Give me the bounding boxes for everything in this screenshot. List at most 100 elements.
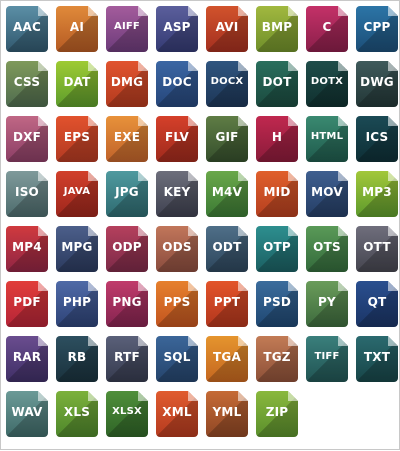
page-fold-corner [388, 6, 398, 16]
file-extension-label: M4V [211, 185, 243, 199]
file-icon-ai: AI [56, 6, 98, 52]
file-extension-label: OTT [363, 240, 391, 254]
file-extension-label: H [271, 130, 283, 144]
file-extension-label: RAR [12, 350, 42, 364]
file-icon-bmp: BMP [256, 6, 298, 52]
file-icon-aiff: AIFF [106, 6, 148, 52]
file-icon-dwg: DWG [356, 61, 398, 107]
file-icon-ots: OTS [306, 226, 348, 272]
file-extension-label: AIFF [114, 21, 140, 32]
file-icon-ics: ICS [356, 116, 398, 162]
file-extension-label: CPP [363, 20, 391, 34]
file-extension-label: DOT [262, 75, 292, 89]
file-extension-label: SQL [163, 350, 191, 364]
file-icon-m4v: M4V [206, 171, 248, 217]
page-fold-corner [388, 171, 398, 181]
page-fold-corner [38, 226, 48, 236]
page-fold-corner [138, 116, 148, 126]
file-icon-ods: ODS [156, 226, 198, 272]
file-icon-mov: MOV [306, 171, 348, 217]
file-icon-avi: AVI [206, 6, 248, 52]
file-extension-label: TGZ [263, 350, 291, 364]
file-icon-pps: PPS [156, 281, 198, 327]
file-type-icon-grid: AAC AI AIFF ASP AVI BMP C CPP CSS DAT DMG DOC DOCX DO… [1, 1, 400, 451]
file-extension-label: PNG [112, 295, 142, 309]
page-fold-corner [88, 116, 98, 126]
file-extension-label: DOC [162, 75, 192, 89]
file-extension-label: XML [162, 405, 192, 419]
page-fold-corner [238, 116, 248, 126]
file-extension-label: ZIP [265, 405, 289, 419]
page-fold-corner [188, 226, 198, 236]
page-fold-corner [188, 61, 198, 71]
file-extension-label: AI [69, 20, 85, 34]
page-fold-corner [138, 281, 148, 291]
file-extension-label: PPT [213, 295, 241, 309]
file-extension-label: ICS [365, 130, 389, 144]
file-extension-label: AVI [215, 20, 239, 34]
file-extension-label: XLS [63, 405, 91, 419]
file-extension-label: ODT [212, 240, 242, 254]
file-extension-label: HTML [310, 131, 344, 142]
file-extension-label: GIF [215, 130, 239, 144]
page-fold-corner [38, 391, 48, 401]
file-icon-sql: SQL [156, 336, 198, 382]
file-extension-label: TXT [363, 350, 391, 364]
file-icon-odt: ODT [206, 226, 248, 272]
file-icon-yml: YML [206, 391, 248, 437]
file-extension-label: RTF [114, 350, 140, 364]
file-icon-c: C [306, 6, 348, 52]
file-icon-xlsx: XLSX [106, 391, 148, 437]
file-icon-qt: QT [356, 281, 398, 327]
page-fold-corner [238, 171, 248, 181]
file-icon-h: H [256, 116, 298, 162]
file-extension-label: DAT [63, 75, 91, 89]
page-fold-corner [188, 116, 198, 126]
file-icon-docx: DOCX [206, 61, 248, 107]
file-extension-label: C [322, 20, 332, 34]
file-icon-mid: MID [256, 171, 298, 217]
file-extension-label: EXE [113, 130, 141, 144]
page-fold-corner [388, 226, 398, 236]
page-fold-corner [288, 171, 298, 181]
file-icon-zip: ZIP [256, 391, 298, 437]
page-fold-corner [38, 281, 48, 291]
page-fold-corner [288, 6, 298, 16]
file-icon-doc: DOC [156, 61, 198, 107]
file-icon-psd: PSD [256, 281, 298, 327]
file-extension-label: MID [263, 185, 291, 199]
file-extension-label: DWG [360, 75, 394, 89]
file-icon-iso: ISO [6, 171, 48, 217]
file-icon-otp: OTP [256, 226, 298, 272]
page-fold-corner [88, 226, 98, 236]
page-fold-corner [288, 336, 298, 346]
file-icon-tgz: TGZ [256, 336, 298, 382]
page-fold-corner [188, 281, 198, 291]
file-extension-label: YML [212, 405, 242, 419]
page-fold-corner [38, 171, 48, 181]
file-icon-gif: GIF [206, 116, 248, 162]
page-fold-corner [238, 391, 248, 401]
file-icon-flv: FLV [156, 116, 198, 162]
file-icon-py: PY [306, 281, 348, 327]
page-fold-corner [138, 336, 148, 346]
file-icon-mp3: MP3 [356, 171, 398, 217]
file-extension-label: ISO [15, 185, 39, 199]
file-icon-php: PHP [56, 281, 98, 327]
file-icon-exe: EXE [106, 116, 148, 162]
file-icon-jpg: JPG [106, 171, 148, 217]
page-fold-corner [338, 171, 348, 181]
page-fold-corner [288, 116, 298, 126]
file-icon-odp: ODP [106, 226, 148, 272]
page-fold-corner [388, 281, 398, 291]
page-fold-corner [238, 61, 248, 71]
file-icon-tga: TGA [206, 336, 248, 382]
file-extension-label: MP3 [362, 185, 392, 199]
file-icon-html: HTML [306, 116, 348, 162]
page-fold-corner [238, 226, 248, 236]
file-icon-png: PNG [106, 281, 148, 327]
page-fold-corner [238, 6, 248, 16]
file-icon-ott: OTT [356, 226, 398, 272]
file-extension-label: QT [367, 295, 387, 309]
file-icon-mpg: MPG [56, 226, 98, 272]
